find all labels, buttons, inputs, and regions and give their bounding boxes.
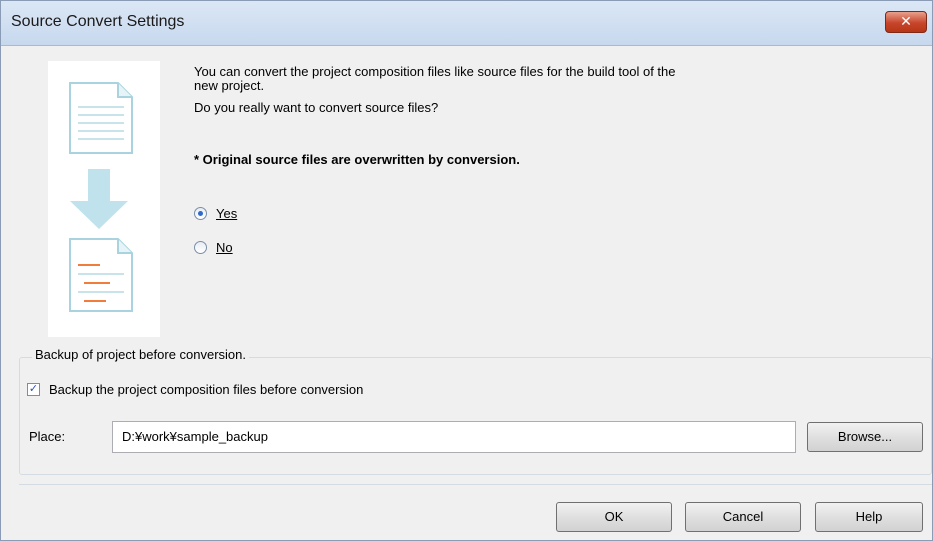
- conversion-illustration: [48, 61, 160, 337]
- message-line-2: new project.: [194, 78, 265, 93]
- backup-checkbox[interactable]: ✓: [27, 382, 40, 396]
- radio-no[interactable]: No: [194, 237, 233, 257]
- radio-no-indicator[interactable]: [194, 240, 207, 254]
- radio-yes[interactable]: Yes: [194, 203, 237, 223]
- backup-checkbox-row[interactable]: ✓ Backup the project composition files b…: [27, 379, 363, 399]
- backup-checkbox-label[interactable]: Backup the project composition files bef…: [49, 382, 363, 397]
- browse-button[interactable]: Browse...: [807, 422, 923, 452]
- dialog-title: Source Convert Settings: [11, 13, 185, 30]
- message-line-1: You can convert the project composition …: [194, 64, 676, 79]
- button-separator: [19, 484, 932, 485]
- help-button[interactable]: Help: [815, 502, 923, 532]
- ok-button[interactable]: OK: [556, 502, 672, 532]
- backup-group-label: Backup of project before conversion.: [32, 347, 250, 362]
- close-icon: ✕: [900, 13, 912, 29]
- radio-yes-indicator[interactable]: [194, 206, 207, 220]
- message-line-3: Do you really want to convert source fil…: [194, 100, 439, 115]
- dialog-window: Source Convert Settings ✕ You can conver…: [0, 0, 933, 541]
- cancel-button[interactable]: Cancel: [685, 502, 801, 532]
- arrow-down-icon: [70, 169, 128, 229]
- place-label: Place:: [29, 429, 66, 444]
- converted-document-icon: [69, 238, 133, 312]
- overwrite-warning: * Original source files are overwritten …: [194, 152, 520, 167]
- document-icon: [69, 82, 133, 154]
- title-bar[interactable]: Source Convert Settings ✕: [1, 1, 932, 46]
- radio-no-label[interactable]: No: [216, 240, 233, 255]
- close-button[interactable]: ✕: [885, 11, 927, 33]
- place-input[interactable]: D:¥work¥sample_backup: [112, 421, 796, 453]
- radio-yes-label[interactable]: Yes: [216, 206, 237, 221]
- backup-group: [19, 357, 932, 475]
